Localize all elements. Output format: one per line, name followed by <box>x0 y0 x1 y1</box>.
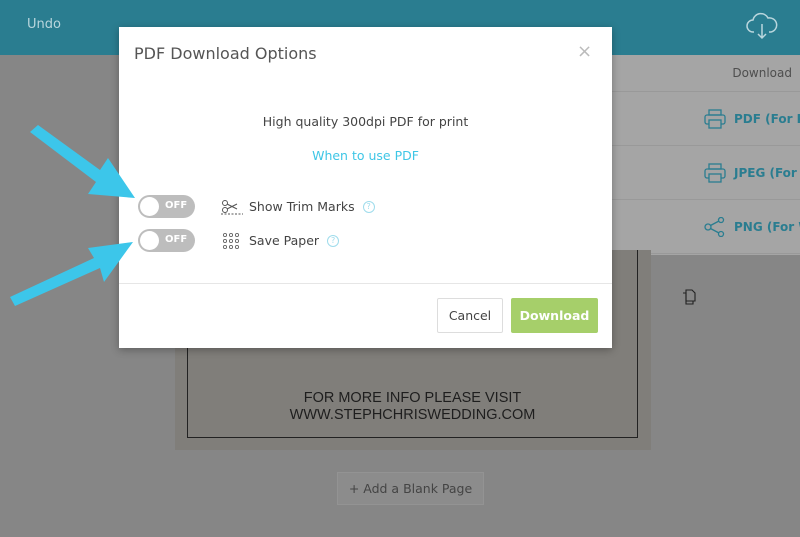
trim-marks-toggle[interactable]: OFF <box>138 195 195 218</box>
dropdown-header: Download <box>612 55 800 92</box>
arrow-annotation <box>10 242 133 306</box>
toggle-knob <box>140 197 159 216</box>
toggle-knob <box>140 231 159 250</box>
toggle-state: OFF <box>165 200 188 211</box>
printer-icon <box>704 162 726 183</box>
duplicate-page-icon[interactable] <box>682 289 696 309</box>
pdf-download-options-dialog: PDF Download Options × High quality 300d… <box>119 27 612 348</box>
grid-dots-icon <box>222 232 240 249</box>
dialog-description: High quality 300dpi PDF for print <box>262 114 469 129</box>
option-show-trim-marks: OFF Show Trim Marks ? <box>138 195 375 218</box>
when-to-use-pdf-link[interactable]: When to use PDF <box>119 148 612 163</box>
option-label: Show Trim Marks <box>249 199 355 214</box>
page-text: FOR MORE INFO PLEASE VISIT WWW.STEPHCHRI… <box>188 390 637 424</box>
scissors-icon <box>221 199 243 214</box>
option-label: PNG (For Web) <box>734 219 800 234</box>
dialog-footer-divider <box>119 283 612 284</box>
option-save-paper: OFF Save Paper ? <box>138 229 340 252</box>
option-label: JPEG (For Print) <box>734 165 800 180</box>
toggle-state: OFF <box>165 234 188 245</box>
option-label: Save Paper <box>249 233 320 248</box>
cancel-button[interactable]: Cancel <box>437 298 503 333</box>
help-icon[interactable]: ? <box>327 234 340 247</box>
share-icon <box>704 216 725 237</box>
add-blank-page-button[interactable]: + Add a Blank Page <box>337 472 484 505</box>
option-label: PDF (For Print) <box>734 111 800 126</box>
dialog-title: PDF Download Options <box>134 44 317 63</box>
undo-button[interactable]: Undo <box>27 17 61 32</box>
printer-icon <box>704 108 726 129</box>
download-jpeg-option[interactable]: JPEG (For Print) <box>612 146 800 200</box>
download-button[interactable]: Download <box>511 298 598 333</box>
page-text-line: WWW.STEPHCHRISWEDDING.COM <box>289 407 536 423</box>
save-paper-toggle[interactable]: OFF <box>138 229 195 252</box>
page-text-line: FOR MORE INFO PLEASE VISIT <box>303 390 522 406</box>
help-icon[interactable]: ? <box>362 200 375 213</box>
download-png-option[interactable]: PNG (For Web) <box>612 200 800 254</box>
close-icon[interactable]: × <box>577 41 592 62</box>
download-dropdown: Download PDF (For Print) JPEG (For Print… <box>612 55 800 255</box>
download-pdf-option[interactable]: PDF (For Print) <box>612 92 800 146</box>
cloud-download-icon[interactable] <box>746 12 778 46</box>
